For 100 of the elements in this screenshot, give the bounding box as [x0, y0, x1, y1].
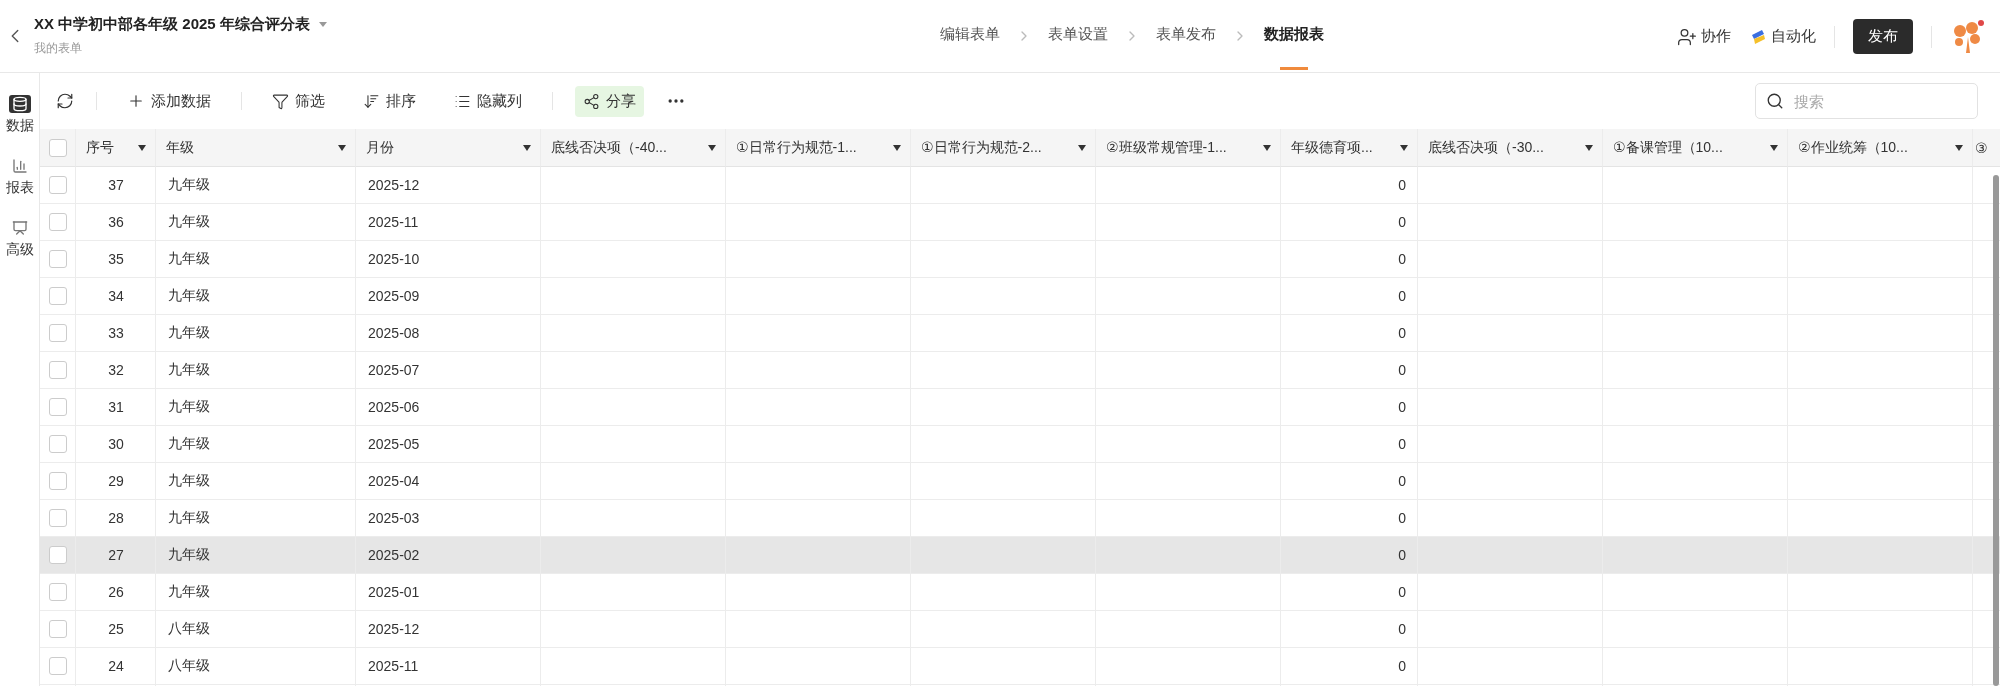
row-checkbox[interactable]	[49, 213, 67, 231]
table-cell-text: 九年级	[167, 471, 211, 490]
table-cell-text: 0	[1397, 250, 1407, 269]
caret-icon[interactable]	[892, 143, 902, 152]
table-cell-text: 0	[1397, 657, 1407, 676]
table-cell-text: 九年级	[167, 545, 211, 564]
automation-button[interactable]: 自动化	[1749, 27, 1816, 46]
sort-icon	[363, 92, 380, 110]
row-checkbox[interactable]	[49, 546, 67, 564]
sort-button[interactable]: 排序	[355, 85, 424, 117]
caret-icon[interactable]	[1399, 143, 1409, 152]
row-checkbox[interactable]	[49, 509, 67, 527]
table-cell-text: 2025-10	[367, 250, 421, 269]
table-cell-text: 24	[107, 657, 125, 676]
share-icon	[583, 92, 600, 110]
table-cell-text: 九年级	[167, 508, 211, 527]
search-field[interactable]: 搜索	[1755, 83, 1978, 119]
table-cell-text: 九年级	[167, 249, 211, 268]
publish-button[interactable]: 发布	[1853, 19, 1913, 54]
row-checkbox[interactable]	[49, 176, 67, 194]
caret-icon[interactable]	[337, 143, 347, 152]
table-cell-text: 九年级	[167, 360, 211, 379]
caret-icon[interactable]	[137, 143, 147, 152]
form-title: XX 中学初中部各年级 2025 年综合评分表	[34, 15, 310, 34]
breadcrumb-text: 我的表单	[34, 40, 83, 57]
filter-button[interactable]: 筛选	[264, 85, 333, 117]
search-icon	[1766, 92, 1784, 110]
row-checkbox[interactable]	[49, 361, 67, 379]
select-all-checkbox[interactable]	[48, 138, 67, 157]
step-tab[interactable]: 表单设置	[1046, 0, 1110, 73]
row-checkbox[interactable]	[49, 620, 67, 638]
table-cell-text: 2025-12	[367, 176, 421, 195]
table-cell-text: 2025-01	[367, 583, 421, 602]
caret-icon[interactable]	[1584, 143, 1594, 152]
sidebar-item[interactable]: 报表	[5, 157, 34, 197]
caret-icon[interactable]	[1262, 143, 1272, 152]
scrollbar[interactable]	[1993, 175, 1999, 686]
row-checkbox[interactable]	[49, 250, 67, 268]
table-cell-text: 27	[107, 546, 125, 565]
row-checkbox[interactable]	[49, 398, 67, 416]
caret-icon[interactable]	[1954, 143, 1964, 152]
step-tab[interactable]: 编辑表单	[938, 0, 1002, 73]
table-cell-text: 0	[1397, 398, 1407, 417]
table-cell-text: 34	[107, 287, 125, 306]
caret-icon[interactable]	[1077, 143, 1087, 152]
refresh-icon[interactable]	[56, 92, 74, 110]
sidebar-item[interactable]: 数据	[5, 95, 34, 135]
caret-icon[interactable]	[522, 143, 532, 152]
user-plus-icon	[1677, 26, 1697, 47]
plus-icon	[127, 92, 145, 110]
table-cell-text: 0	[1397, 361, 1407, 380]
caret-icon[interactable]	[1769, 143, 1779, 152]
table-cell-text: 2025-12	[367, 620, 421, 639]
table-cell-text: 九年级	[167, 175, 211, 194]
table-cell-text: 2025-06	[367, 398, 421, 417]
table-cell-text: 28	[107, 509, 125, 528]
table-cell-text: 0	[1397, 435, 1407, 454]
table-cell-text: 九年级	[167, 286, 211, 305]
caret-icon[interactable]	[707, 143, 717, 152]
row-checkbox[interactable]	[49, 583, 67, 601]
table-cell-text: 2025-03	[367, 509, 421, 528]
table-cell-text: 0	[1397, 583, 1407, 602]
table-cell-text: 29	[107, 472, 125, 491]
table-cell-text: 九年级	[167, 323, 211, 342]
table-cell-text: 0	[1397, 546, 1407, 565]
hide-columns-button[interactable]: 隐藏列	[446, 85, 530, 117]
row-checkbox[interactable]	[49, 324, 67, 342]
table-cell-text: 2025-05	[367, 435, 421, 454]
table-cell-text: 36	[107, 213, 125, 232]
table-cell-text: 0	[1397, 620, 1407, 639]
table-cell-text: 0	[1397, 213, 1407, 232]
row-checkbox[interactable]	[49, 472, 67, 490]
table-cell-text: 九年级	[167, 212, 211, 231]
collaborate-button[interactable]: 协作	[1677, 26, 1731, 47]
table-cell-text: 2025-08	[367, 324, 421, 343]
row-checkbox[interactable]	[49, 287, 67, 305]
row-checkbox[interactable]	[49, 657, 67, 675]
dropdown-caret-icon[interactable]	[317, 20, 328, 29]
table-cell-text: 25	[107, 620, 125, 639]
table-cell-text: 2025-04	[367, 472, 421, 491]
table-cell-text: 八年级	[167, 656, 211, 675]
row-checkbox[interactable]	[49, 435, 67, 453]
table-cell-text: 九年级	[167, 397, 211, 416]
step-tab[interactable]: 表单发布	[1154, 0, 1218, 73]
table-cell-text: 32	[107, 361, 125, 380]
table-cell-text: 2025-07	[367, 361, 421, 380]
add-data-button[interactable]: 添加数据	[119, 85, 219, 117]
table-cell-text: 2025-11	[367, 213, 420, 232]
table-cell-text: 2025-02	[367, 546, 421, 565]
share-button[interactable]: 分享	[575, 85, 644, 117]
sidebar-item[interactable]: 高级	[5, 219, 34, 259]
table-cell-text: 2025-09	[367, 287, 421, 306]
step-tab[interactable]: 数据报表	[1262, 0, 1326, 73]
table-cell-text: 九年级	[167, 434, 211, 453]
filter-icon	[272, 92, 289, 110]
table-cell-text: 31	[107, 398, 125, 417]
table-cell-text: 0	[1397, 472, 1407, 491]
table-cell-text: 33	[107, 324, 125, 343]
table-cell-text: 0	[1397, 324, 1407, 343]
table-row[interactable]: 27 九年级 2025-02 0	[40, 537, 2000, 574]
